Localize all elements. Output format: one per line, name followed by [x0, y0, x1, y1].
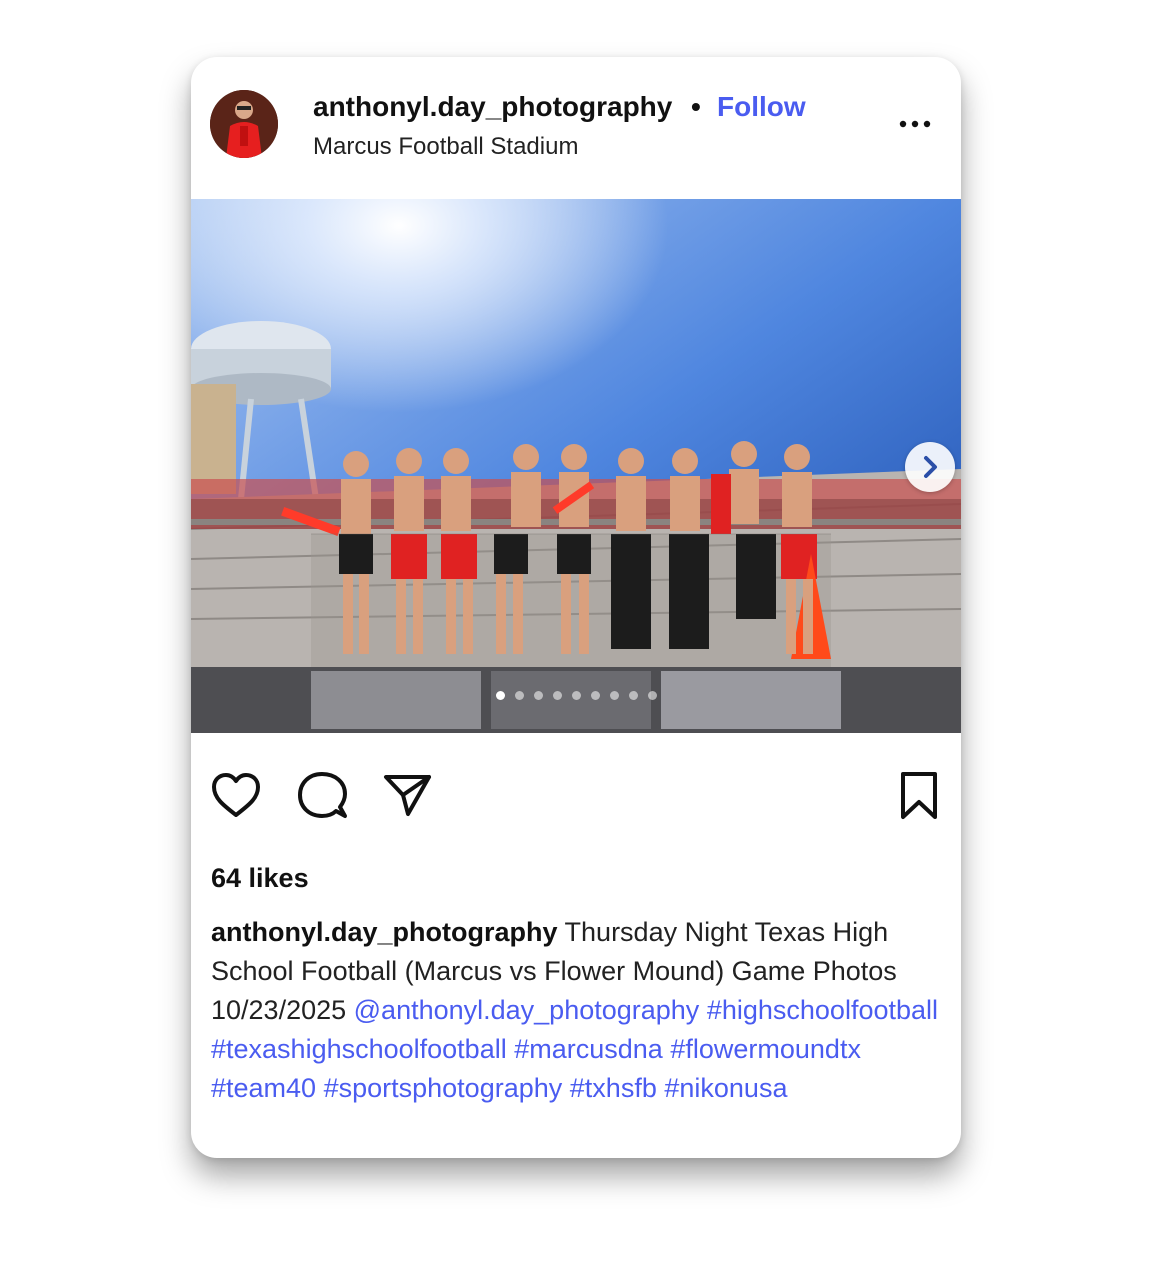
carousel-dot: [628, 691, 638, 700]
carousel-dot: [571, 691, 581, 700]
hashtag[interactable]: #team40: [211, 1073, 316, 1103]
post-username[interactable]: anthonyl.day_photography: [313, 91, 672, 123]
carousel-indicators: [191, 687, 961, 705]
post-caption: anthonyl.day_photography Thursday Night …: [211, 913, 946, 1108]
likes-count[interactable]: 64 likes: [211, 863, 309, 894]
hashtag[interactable]: #nikonusa: [664, 1073, 787, 1103]
stadium-fans-photo: [191, 199, 961, 733]
next-slide-button[interactable]: [905, 442, 955, 492]
carousel-dot: [552, 691, 562, 700]
avatar[interactable]: [210, 90, 278, 158]
hashtag[interactable]: #flowermoundtx: [670, 1034, 861, 1064]
post-card: anthonyl.day_photography • Follow Marcus…: [191, 57, 961, 1158]
carousel-dot: [590, 691, 600, 700]
hashtag[interactable]: #txhsfb: [570, 1073, 657, 1103]
action-bar: [191, 733, 961, 843]
bookmark-icon[interactable]: [895, 769, 943, 823]
heart-icon[interactable]: [209, 769, 263, 823]
caption-username[interactable]: anthonyl.day_photography: [211, 917, 558, 947]
hashtag[interactable]: #highschoolfootball: [707, 995, 938, 1025]
avatar-image: [210, 90, 278, 158]
hashtag[interactable]: #marcusdna: [514, 1034, 663, 1064]
carousel-dot: [533, 691, 543, 700]
caption-mention[interactable]: @anthonyl.day_photography: [354, 995, 700, 1025]
hashtag[interactable]: #texashighschoolfootball: [211, 1034, 507, 1064]
send-icon[interactable]: [381, 769, 435, 823]
comment-icon[interactable]: [295, 769, 349, 823]
post-location[interactable]: Marcus Football Stadium: [313, 133, 578, 161]
carousel-dot: [495, 691, 505, 700]
carousel-dot: [514, 691, 524, 700]
chevron-right-icon: [924, 456, 937, 478]
separator-dot: •: [691, 91, 701, 122]
post-header: anthonyl.day_photography • Follow Marcus…: [191, 57, 961, 199]
follow-button[interactable]: Follow: [717, 91, 806, 123]
carousel-dot: [609, 691, 619, 700]
carousel-dot: [647, 691, 657, 700]
more-horizontal-icon[interactable]: [895, 107, 935, 137]
hashtag[interactable]: #sportsphotography: [324, 1073, 563, 1103]
post-photo[interactable]: [191, 199, 961, 733]
